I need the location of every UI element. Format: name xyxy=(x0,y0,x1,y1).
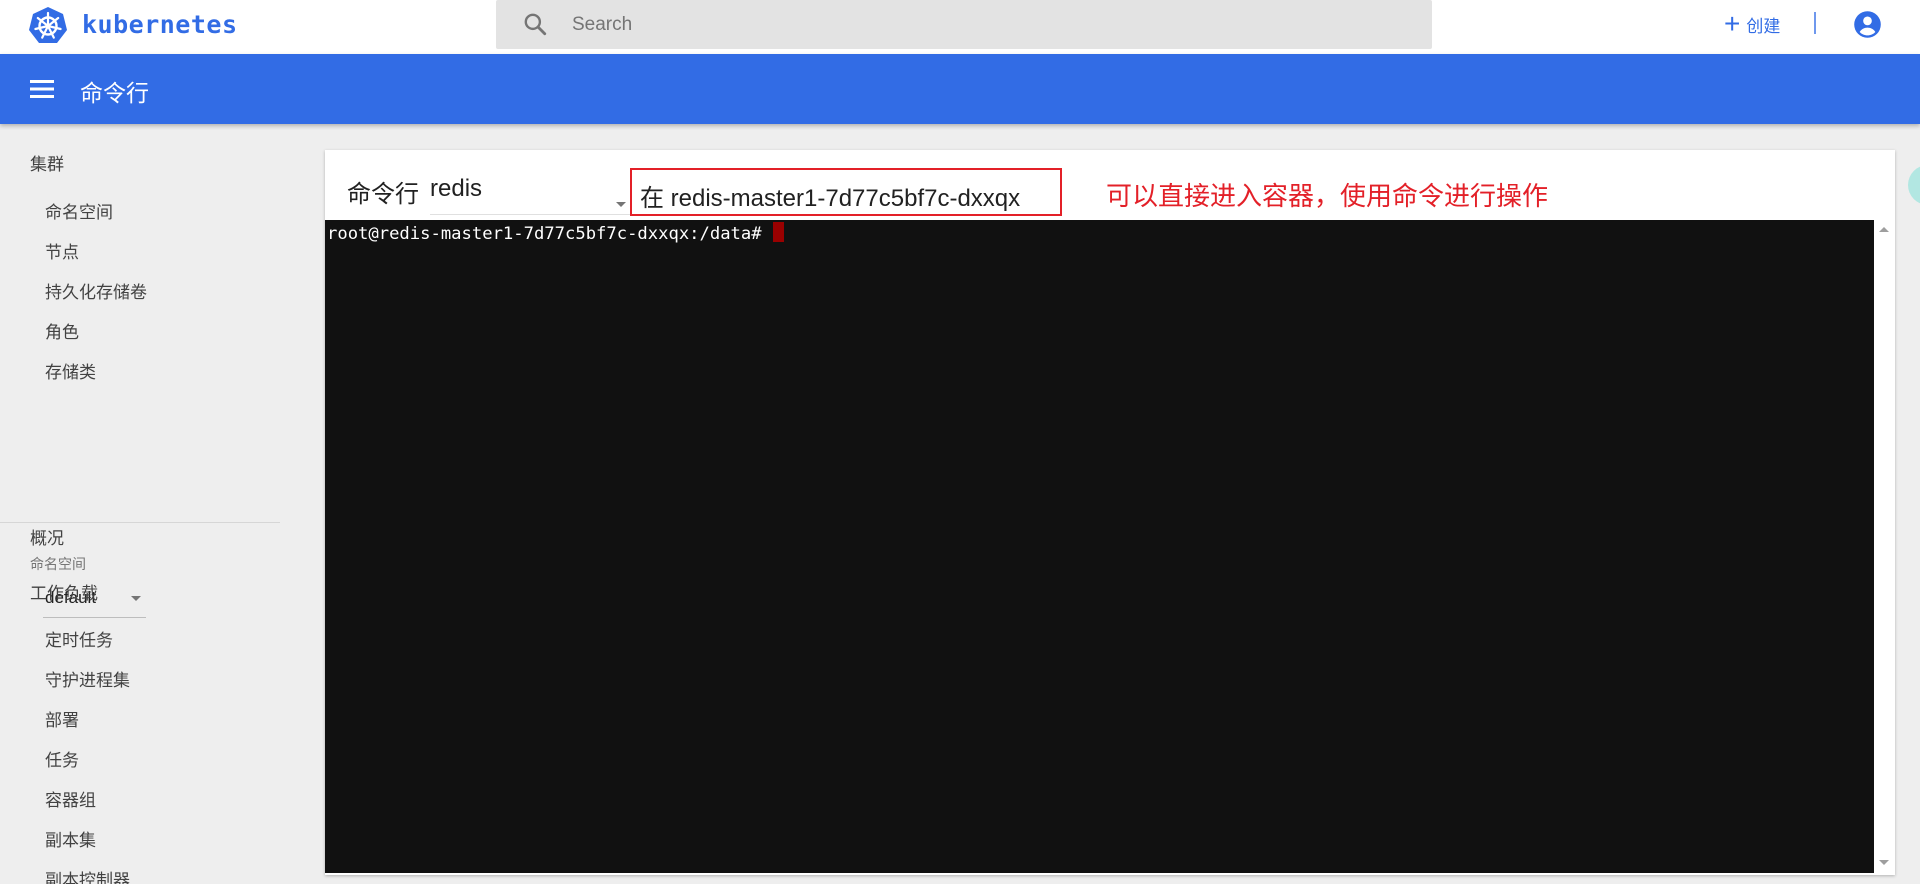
terminal[interactable]: root@redis-master1-7d77c5bf7c-dxxqx:/dat… xyxy=(325,220,1874,873)
search-input[interactable] xyxy=(572,0,1412,49)
kubernetes-logo-icon[interactable] xyxy=(28,6,68,46)
terminal-prompt: root@redis-master1-7d77c5bf7c-dxxqx:/dat… xyxy=(327,224,762,244)
sidebar-section-cluster[interactable]: 集群 xyxy=(30,150,64,175)
chevron-down-icon xyxy=(131,596,141,601)
brand-name[interactable]: kubernetes xyxy=(82,10,238,39)
sidebar-item-replication-controllers[interactable]: 副本控制器 xyxy=(45,866,130,884)
terminal-cursor xyxy=(772,222,784,242)
top-bar: kubernetes + 创建 xyxy=(0,0,1920,54)
edge-floating-button[interactable] xyxy=(1908,165,1920,205)
toolbar-divider xyxy=(1814,12,1816,34)
annotation-note: 可以直接进入容器，使用命令进行操作 xyxy=(1106,181,1549,211)
sidebar-item-persistent-volumes[interactable]: 持久化存储卷 xyxy=(45,278,147,303)
create-label: 创建 xyxy=(1746,16,1781,36)
terminal-line: root@redis-master1-7d77c5bf7c-dxxqx:/dat… xyxy=(327,222,784,244)
chevron-down-icon xyxy=(616,202,626,207)
sidebar-item-overview[interactable]: 概况 xyxy=(30,524,64,549)
shell-label: 命令行 xyxy=(347,181,419,208)
scroll-down-arrow-icon[interactable] xyxy=(1879,860,1889,865)
sidebar-item-roles[interactable]: 角色 xyxy=(45,318,79,343)
search-bar[interactable] xyxy=(496,0,1432,49)
pod-selected-value: redis xyxy=(430,175,483,202)
sidebar-item-namespaces[interactable]: 命名空间 xyxy=(45,198,113,223)
account-circle-icon[interactable] xyxy=(1853,10,1882,39)
sidebar-item-replica-sets[interactable]: 副本集 xyxy=(45,826,96,851)
sidebar-item-pods[interactable]: 容器组 xyxy=(45,786,96,811)
sidebar-item-cron-jobs[interactable]: 定时任务 xyxy=(45,626,113,651)
sidebar-item-jobs[interactable]: 任务 xyxy=(45,746,79,771)
sidebar-item-storage-classes[interactable]: 存储类 xyxy=(45,358,96,383)
page-title: 命令行 xyxy=(80,80,149,106)
sidebar-item-deployments[interactable]: 部署 xyxy=(45,706,79,731)
container-select[interactable]: 在 redis-master1-7d77c5bf7c-dxxqx xyxy=(630,168,1062,216)
title-bar: 命令行 xyxy=(0,54,1920,124)
sidebar: 集群 命名空间 节点 持久化存储卷 角色 存储类 命名空间 default 概况… xyxy=(0,124,280,884)
sidebar-item-daemon-sets[interactable]: 守护进程集 xyxy=(45,666,130,691)
search-icon xyxy=(524,13,547,36)
scroll-up-arrow-icon[interactable] xyxy=(1879,227,1889,232)
sidebar-divider xyxy=(0,522,280,523)
shell-card: 命令行 redis 在 redis-master1-7d77c5bf7c-dxx… xyxy=(325,150,1895,875)
plus-icon: + xyxy=(1724,8,1741,39)
create-button[interactable]: + 创建 xyxy=(1724,6,1780,42)
hamburger-menu-icon[interactable] xyxy=(28,78,56,100)
sidebar-item-nodes[interactable]: 节点 xyxy=(45,238,79,263)
container-selected-value: 在 redis-master1-7d77c5bf7c-dxxqx xyxy=(640,185,1021,212)
pod-select[interactable]: redis xyxy=(430,167,630,215)
namespace-label: 命名空间 xyxy=(30,556,86,572)
sidebar-section-workloads[interactable]: 工作负载 xyxy=(30,579,98,604)
terminal-scrollbar[interactable] xyxy=(1874,220,1895,873)
